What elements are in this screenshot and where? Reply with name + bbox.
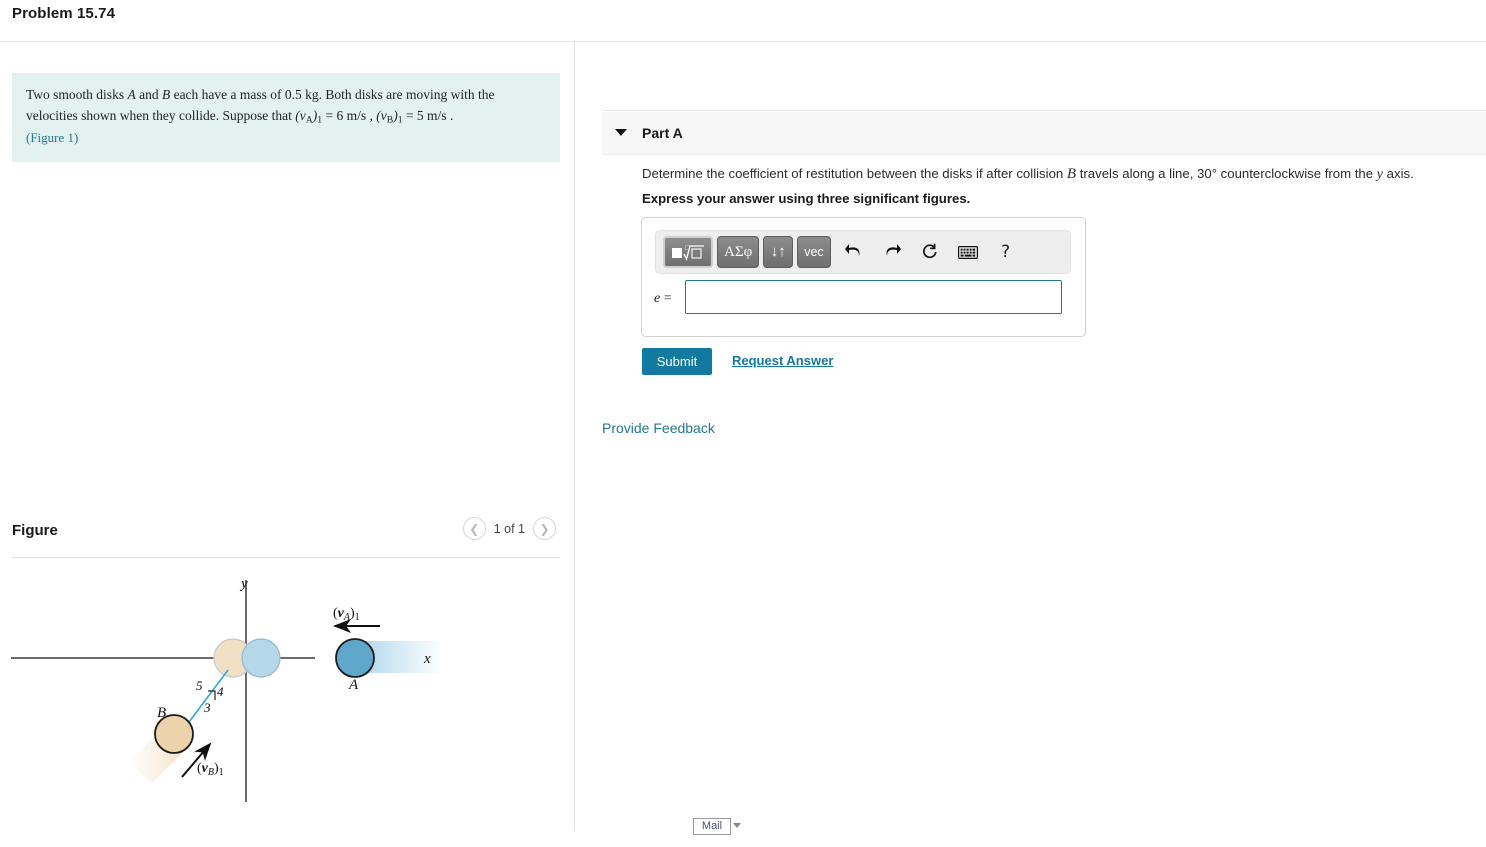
submit-button[interactable]: Submit (642, 348, 712, 375)
caret-down-icon[interactable] (615, 129, 627, 136)
problem-vA-value: = 6 m/s (322, 107, 367, 123)
right-panel: Part A Determine the coefficient of rest… (575, 42, 1486, 831)
question-symbol-B: B (1066, 166, 1077, 182)
figure-title: Figure (12, 522, 58, 539)
x-axis-label: x (423, 651, 431, 667)
disk-a (335, 638, 375, 678)
math-template-button[interactable]: □ (663, 236, 713, 268)
part-a-label: Part A (642, 125, 683, 141)
answer-instruction: Express your answer using three signific… (642, 191, 971, 206)
answer-widget: □ ΑΣφ ↓↑ vec ? e = (641, 217, 1086, 337)
figure-reference-link[interactable]: (Figure 1) (26, 130, 78, 145)
sqrt-template-icon: □ (672, 244, 704, 261)
answer-input[interactable] (685, 280, 1062, 314)
chevron-left-icon[interactable]: ❮ (462, 517, 486, 540)
disk-b-label: B (157, 705, 166, 721)
refresh-circle-icon[interactable] (915, 237, 945, 267)
figure-header: Figure ❮ 1 of 1 ❯ (12, 512, 560, 558)
figure-navigation: ❮ 1 of 1 ❯ (462, 517, 556, 540)
question-mark-icon[interactable]: ? (991, 237, 1021, 267)
app-header: Problem 15.74 (0, 0, 1486, 42)
velocity-b-label: (vB)1 (197, 761, 224, 778)
problem-statement-text: Two smooth disks A and B each have a mas… (26, 85, 546, 149)
question-text-part1: Determine the coefficient of restitution… (642, 166, 1067, 181)
part-a-header[interactable]: Part A (602, 112, 1486, 155)
problem-text-comma: , (366, 107, 377, 123)
math-toolbar: □ ΑΣφ ↓↑ vec ? (655, 230, 1071, 274)
slope-label-5: 5 (196, 678, 203, 693)
problem-symbol-B: B (161, 87, 171, 102)
problem-text-and: and (135, 87, 162, 102)
undo-arrow-icon[interactable] (839, 237, 869, 267)
mail-caret-icon[interactable] (733, 823, 741, 828)
problem-vA-sub: A (305, 114, 313, 126)
provide-feedback-link[interactable]: Provide Feedback (602, 420, 715, 436)
question-text-part3: axis. (1382, 166, 1414, 181)
keyboard-icon[interactable] (953, 237, 983, 267)
disk-a-label: A (348, 677, 359, 693)
page-title: Problem 15.74 (12, 5, 116, 22)
question-text-part2: travels along a line, 30° counterclockwi… (1076, 166, 1377, 181)
redo-arrow-icon[interactable] (877, 237, 907, 267)
figure-diagram: 5 4 3 A B (vA)1 (vB)1 x y (0, 562, 574, 842)
updown-arrows-button[interactable]: ↓↑ (763, 236, 794, 268)
problem-statement-box: Two smooth disks A and B each have a mas… (12, 73, 560, 162)
mail-button[interactable]: Mail (693, 818, 731, 835)
y-axis-label: y (239, 576, 248, 592)
problem-text-period: . (446, 107, 454, 123)
ghost-disk-a (241, 638, 281, 678)
problem-vA-open: (v (295, 107, 306, 123)
vector-button[interactable]: vec (797, 236, 831, 268)
problem-text-part2: each have a mass of (170, 87, 285, 102)
problem-text-part1: Two smooth disks (26, 87, 128, 102)
greek-symbols-button[interactable]: ΑΣφ (717, 236, 760, 268)
chevron-right-icon[interactable]: ❯ (533, 517, 556, 540)
answer-field-label: e = (654, 291, 672, 306)
problem-mass-value: 0.5 kg (284, 87, 319, 102)
left-panel: Two smooth disks A and B each have a mas… (0, 42, 574, 831)
slope-label-4: 4 (217, 684, 224, 699)
section-divider (602, 110, 1486, 111)
problem-vB-value: = 5 m/s (402, 107, 447, 123)
problem-symbol-A: A (127, 87, 136, 102)
figure-counter: 1 of 1 (493, 521, 525, 536)
question-text: Determine the coefficient of restitution… (642, 164, 1482, 185)
slope-label-3: 3 (203, 700, 211, 715)
request-answer-link[interactable]: Request Answer (732, 353, 833, 368)
velocity-a-label: (vA)1 (333, 606, 360, 623)
problem-vB-open: (v (376, 107, 387, 123)
